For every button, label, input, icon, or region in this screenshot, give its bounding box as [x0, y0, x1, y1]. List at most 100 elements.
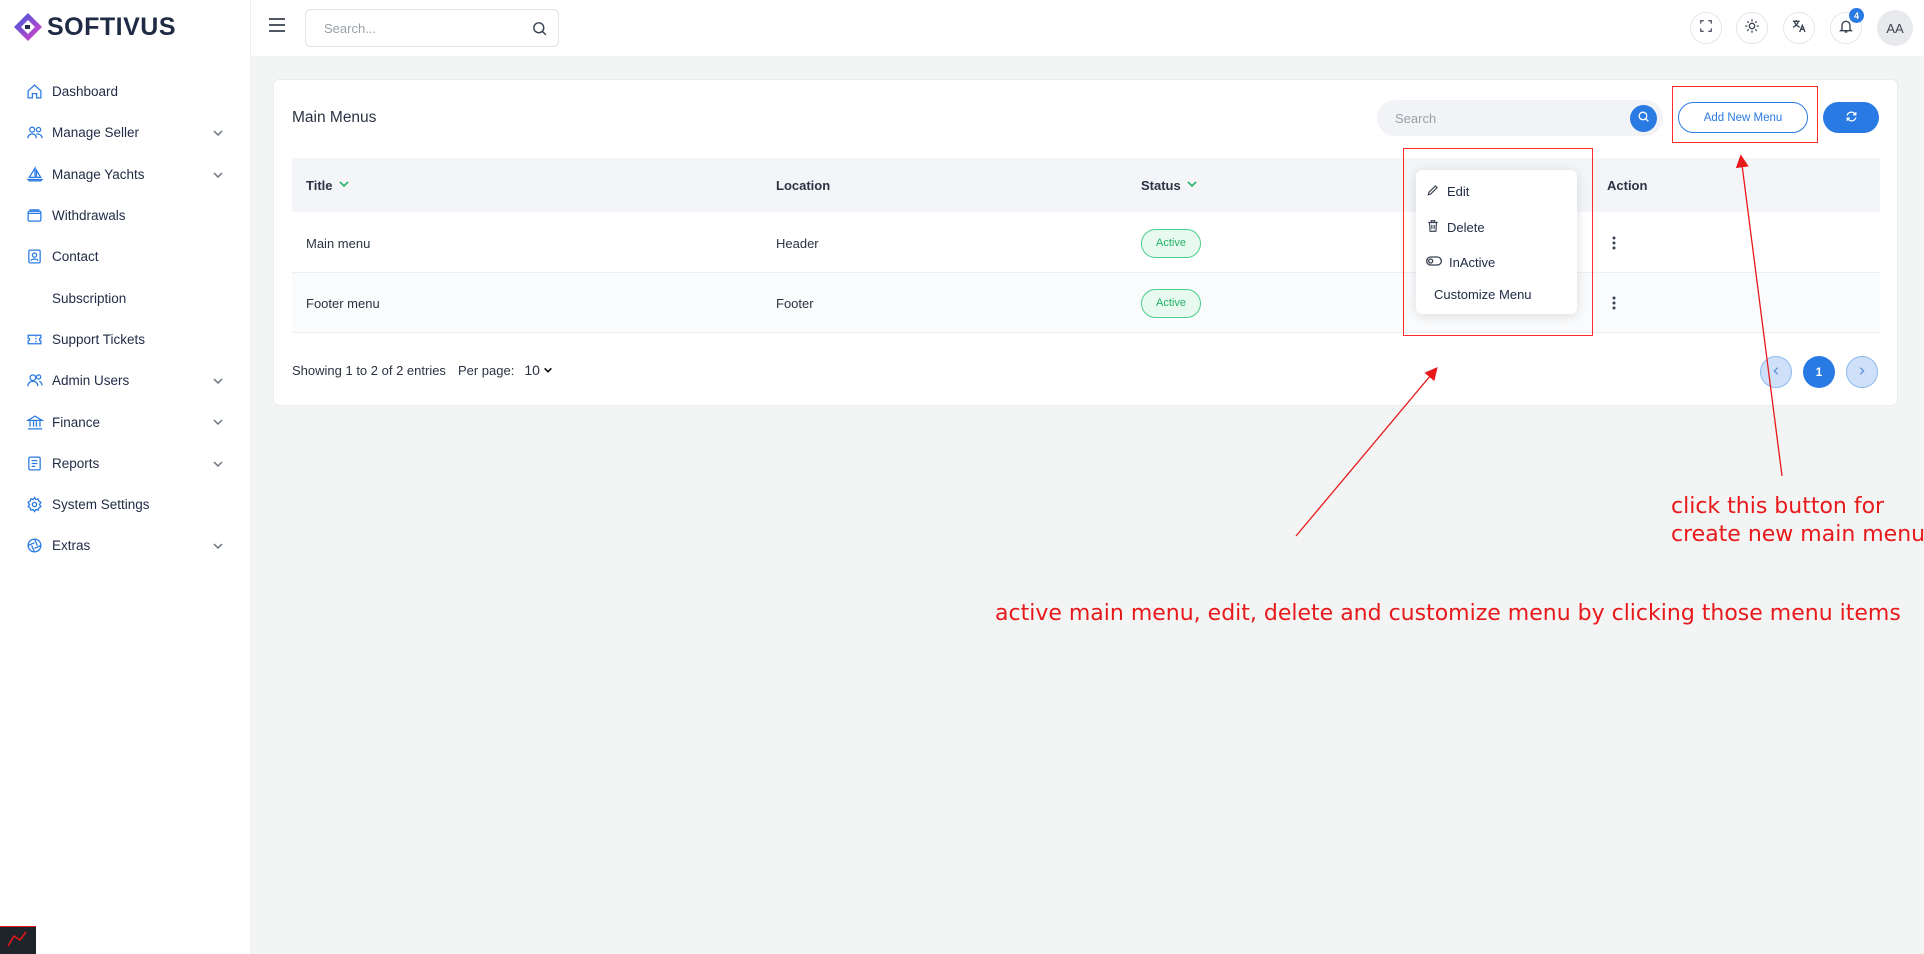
hamburger-menu-icon[interactable]: [267, 16, 287, 34]
table-search-input[interactable]: [1377, 100, 1607, 136]
sidebar-item-system-settings[interactable]: System Settings: [0, 484, 251, 525]
sidebar-item-label: System Settings: [52, 497, 150, 513]
users-icon: [25, 123, 44, 142]
sidebar-item-dashboard[interactable]: Dashboard: [0, 71, 251, 112]
chevron-down-icon: [212, 539, 224, 557]
framework-logo-icon: [0, 925, 36, 947]
logo-icon: [14, 13, 42, 41]
sidebar-item-finance[interactable]: Finance: [0, 401, 251, 442]
sidebar: SOFTIVUS Dashboard Manage Seller Manage …: [0, 0, 251, 954]
chevron-down-icon: [212, 126, 224, 144]
previous-page-button[interactable]: [1760, 356, 1792, 388]
ticket-icon: [25, 330, 44, 349]
sidebar-item-label: Support Tickets: [52, 331, 146, 347]
cell-status: Active: [1141, 273, 1201, 333]
sidebar-item-manage-yachts[interactable]: Manage Yachts: [0, 154, 251, 195]
table-header: Title Location Status Action: [292, 158, 1880, 212]
global-search-input[interactable]: [306, 10, 506, 46]
sidebar-item-support-tickets[interactable]: Support Tickets: [0, 319, 251, 360]
sidebar-item-label: Extras: [52, 538, 91, 554]
sidebar-item-admin-users[interactable]: Admin Users: [0, 360, 251, 401]
bank-icon: [25, 413, 44, 432]
theme-toggle-button[interactable]: [1736, 12, 1768, 44]
cell-location: Header: [776, 235, 819, 251]
sidebar-item-contact[interactable]: Contact: [0, 236, 251, 277]
chevron-down-icon: [212, 168, 224, 186]
sidebar-item-label: Admin Users: [52, 373, 130, 389]
table-footer: Showing 1 to 2 of 2 entries Per page: 10: [292, 362, 553, 378]
sort-chevron-icon: [338, 178, 350, 193]
brand-name: SOFTIVUS: [47, 12, 177, 41]
sidebar-item-withdrawals[interactable]: Withdrawals: [0, 195, 251, 236]
column-header-title[interactable]: Title: [306, 158, 350, 212]
sidebar-item-label: Manage Seller: [52, 125, 140, 141]
gear-icon: [25, 495, 44, 514]
per-page-select[interactable]: 10: [524, 362, 553, 378]
chevron-down-icon: [212, 457, 224, 475]
top-bar: 4 AA: [251, 0, 1924, 56]
aperture-icon: [25, 536, 44, 555]
sidebar-item-label: Finance: [52, 414, 101, 430]
page-number-button[interactable]: 1: [1803, 356, 1835, 388]
refresh-icon: [1845, 110, 1858, 126]
sidebar-item-reports[interactable]: Reports: [0, 443, 251, 484]
column-label: Title: [306, 177, 333, 193]
table-row: Main menu Header Active: [292, 213, 1880, 273]
sun-icon: [1744, 18, 1760, 39]
cell-title: Footer menu: [306, 295, 380, 311]
annotation-button-note-line1: click this button for: [1671, 494, 1885, 519]
column-header-status[interactable]: Status: [1141, 158, 1198, 212]
status-badge: Active: [1141, 228, 1201, 258]
sidebar-nav: Dashboard Manage Seller Manage Yachts Wi…: [0, 71, 251, 567]
cell-action: [1608, 213, 1620, 273]
page-title: Main Menus: [292, 109, 377, 126]
entries-summary: Showing 1 to 2 of 2 entries: [292, 362, 446, 378]
avatar[interactable]: AA: [1877, 10, 1913, 46]
cell-location: Footer: [776, 295, 814, 311]
column-header-location: Location: [776, 158, 830, 212]
notification-count-badge: 4: [1849, 8, 1864, 23]
cell-action: [1608, 273, 1620, 333]
sidebar-item-subscription[interactable]: Subscription: [0, 277, 251, 318]
home-icon: [25, 82, 44, 101]
chevron-down-icon: [543, 362, 553, 378]
sidebar-item-label: Withdrawals: [52, 208, 126, 224]
sidebar-item-label: Manage Yachts: [52, 166, 145, 182]
per-page-label: Per page:: [457, 362, 515, 378]
annotation-highlight-add-button: [1672, 86, 1818, 143]
search-icon[interactable]: [531, 20, 548, 42]
global-search: [305, 9, 559, 47]
table-search: [1377, 100, 1663, 136]
kebab-menu-icon[interactable]: [1608, 236, 1620, 250]
cell-title: Main menu: [306, 235, 371, 251]
annotation-menu-note: active main menu, edit, delete and custo…: [995, 601, 1901, 626]
language-button[interactable]: [1783, 12, 1815, 44]
next-page-button[interactable]: [1846, 356, 1878, 388]
status-badge: Active: [1141, 288, 1201, 318]
admin-users-icon: [25, 371, 44, 390]
search-button[interactable]: [1630, 105, 1657, 132]
chevron-left-icon: [1771, 363, 1781, 381]
translate-icon: [1791, 18, 1807, 39]
search-icon: [1637, 110, 1650, 128]
column-label: Location: [776, 177, 831, 193]
annotation-highlight-menu: [1403, 148, 1593, 336]
refresh-button[interactable]: [1823, 102, 1879, 133]
per-page-value: 10: [524, 362, 540, 378]
fullscreen-button[interactable]: [1690, 12, 1722, 44]
sidebar-item-label: Reports: [52, 455, 100, 471]
sidebar-item-manage-seller[interactable]: Manage Seller: [0, 112, 251, 153]
fullscreen-icon: [1699, 19, 1713, 38]
brand-logo[interactable]: SOFTIVUS: [13, 12, 176, 42]
sort-chevron-icon: [1186, 178, 1198, 193]
framework-logo: [0, 925, 36, 954]
contact-book-icon: [25, 247, 44, 266]
sidebar-item-label: Contact: [52, 249, 99, 265]
table-row: Footer menu Footer Active: [292, 273, 1880, 333]
report-icon: [25, 454, 44, 473]
kebab-menu-icon[interactable]: [1608, 296, 1620, 310]
sidebar-item-extras[interactable]: Extras: [0, 525, 251, 566]
column-header-action: Action: [1607, 158, 1647, 212]
notifications-button[interactable]: 4: [1830, 8, 1864, 44]
cell-status: Active: [1141, 213, 1201, 273]
